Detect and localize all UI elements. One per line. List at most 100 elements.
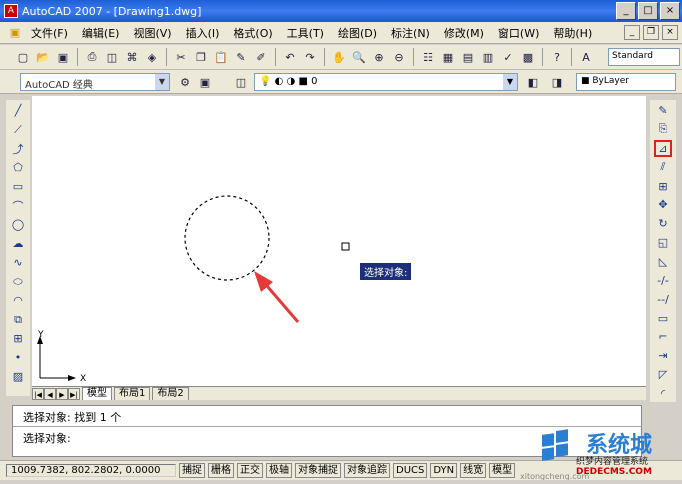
menu-dimension[interactable]: 标注(N)	[384, 25, 437, 41]
zoom-window-icon[interactable]: ⊕	[370, 48, 388, 66]
print-icon[interactable]: ⎙	[83, 48, 101, 66]
workspace-settings-icon[interactable]: ⚙	[176, 73, 194, 91]
last-tab-icon[interactable]: ▶|	[68, 388, 80, 400]
document-icon[interactable]: ▣	[6, 24, 24, 42]
close-button[interactable]: ×	[660, 2, 680, 20]
break-icon[interactable]: ⌐	[654, 328, 672, 345]
next-tab-icon[interactable]: ▶	[56, 388, 68, 400]
block-editor-icon[interactable]: ✐	[252, 48, 270, 66]
sheet-set-icon[interactable]: ▥	[479, 48, 497, 66]
menu-view[interactable]: 视图(V)	[126, 25, 178, 41]
scale-icon[interactable]: ◱	[654, 234, 672, 251]
tab-layout1[interactable]: 布局1	[114, 387, 151, 400]
3d-dwf-icon[interactable]: ◈	[143, 48, 161, 66]
layer-manager-icon[interactable]: ◫	[232, 73, 250, 91]
markup-icon[interactable]: ✓	[499, 48, 517, 66]
first-tab-icon[interactable]: |◀	[32, 388, 44, 400]
prev-tab-icon[interactable]: ◀	[44, 388, 56, 400]
array-icon[interactable]: ⊞	[654, 178, 672, 195]
mirror-icon[interactable]: ⊿	[654, 139, 672, 157]
status-osnap-button[interactable]: 对象捕捉	[295, 463, 341, 478]
chevron-down-icon[interactable]: ▼	[155, 74, 169, 90]
autocad-app-icon[interactable]: A	[4, 4, 18, 18]
construction-line-icon[interactable]: ⟋	[9, 121, 27, 138]
line-icon[interactable]: ╱	[9, 102, 27, 119]
copy-icon[interactable]: ❐	[192, 48, 210, 66]
doc-restore-button[interactable]: ❐	[643, 25, 659, 40]
maximize-button[interactable]: □	[638, 2, 658, 20]
layer-previous-icon[interactable]: ◨	[548, 73, 566, 91]
drawing-canvas[interactable]: Y X	[32, 96, 646, 386]
status-grid-button[interactable]: 栅格	[208, 463, 234, 478]
doc-minimize-button[interactable]: _	[624, 25, 640, 40]
menu-draw[interactable]: 绘图(D)	[331, 25, 384, 41]
workspace-dropdown[interactable]: AutoCAD 经典 ▼	[20, 73, 170, 91]
menu-file[interactable]: 文件(F)	[24, 25, 75, 41]
cut-icon[interactable]: ✂	[172, 48, 190, 66]
status-dyn-button[interactable]: DYN	[430, 463, 458, 478]
status-ducs-button[interactable]: DUCS	[393, 463, 428, 478]
make-layer-current-icon[interactable]: ◧	[524, 73, 542, 91]
offset-icon[interactable]: ⫽	[654, 159, 672, 176]
workspace-save-icon[interactable]: ▣	[196, 73, 214, 91]
point-icon[interactable]: •	[9, 349, 27, 366]
redo-icon[interactable]: ↷	[301, 48, 319, 66]
properties-icon[interactable]: ☷	[419, 48, 437, 66]
coordinate-readout[interactable]: 1009.7382, 802.2802, 0.0000	[6, 464, 176, 477]
publish-icon[interactable]: ⌘	[123, 48, 141, 66]
menu-help[interactable]: 帮助(H)	[546, 25, 599, 41]
spline-icon[interactable]: ∿	[9, 254, 27, 271]
menu-edit[interactable]: 编辑(E)	[75, 25, 127, 41]
text-style-icon[interactable]: A	[577, 48, 595, 66]
new-icon[interactable]: ▢	[14, 48, 32, 66]
color-control-dropdown[interactable]: ■ ByLayer	[576, 73, 676, 91]
join-icon[interactable]: ⇥	[654, 347, 672, 364]
chamfer-icon[interactable]: ◸	[654, 366, 672, 383]
arc-icon[interactable]: ⌒	[9, 197, 27, 214]
chevron-down-icon[interactable]: ▼	[503, 74, 517, 90]
extend-icon[interactable]: --/	[654, 291, 672, 308]
doc-close-button[interactable]: ×	[662, 25, 678, 40]
calculator-icon[interactable]: ▩	[519, 48, 537, 66]
stretch-icon[interactable]: ◺	[654, 253, 672, 270]
ellipse-arc-icon[interactable]: ◠	[9, 292, 27, 309]
polygon-icon[interactable]: ⬠	[9, 159, 27, 176]
tool-palettes-icon[interactable]: ▤	[459, 48, 477, 66]
break-at-point-icon[interactable]: ▭	[654, 310, 672, 327]
revision-cloud-icon[interactable]: ☁	[9, 235, 27, 252]
help-icon[interactable]: ?	[548, 48, 566, 66]
text-style-dropdown[interactable]: Standard	[608, 48, 680, 66]
minimize-button[interactable]: _	[616, 2, 636, 20]
save-icon[interactable]: ▣	[54, 48, 72, 66]
layer-dropdown[interactable]: 💡 ◐ ◑ ■ 0 ▼	[254, 73, 518, 91]
print-preview-icon[interactable]: ◫	[103, 48, 121, 66]
polyline-icon[interactable]: ⤴	[9, 140, 27, 157]
open-icon[interactable]: 📂	[34, 48, 52, 66]
tab-model[interactable]: 模型	[82, 387, 112, 400]
move-icon[interactable]: ✥	[654, 196, 672, 213]
insert-block-icon[interactable]: ⧉	[9, 311, 27, 328]
rectangle-icon[interactable]: ▭	[9, 178, 27, 195]
hatch-icon[interactable]: ▨	[9, 368, 27, 385]
status-snap-button[interactable]: 捕捉	[179, 463, 205, 478]
match-properties-icon[interactable]: ✎	[232, 48, 250, 66]
pan-icon[interactable]: ✋	[330, 48, 348, 66]
status-polar-button[interactable]: 极轴	[266, 463, 292, 478]
zoom-previous-icon[interactable]: ⊖	[390, 48, 408, 66]
menu-tools[interactable]: 工具(T)	[280, 25, 331, 41]
undo-icon[interactable]: ↶	[281, 48, 299, 66]
status-otrack-button[interactable]: 对象追踪	[344, 463, 390, 478]
paste-icon[interactable]: 📋	[212, 48, 230, 66]
tab-layout2[interactable]: 布局2	[152, 387, 189, 400]
menu-window[interactable]: 窗口(W)	[491, 25, 546, 41]
copy-object-icon[interactable]: ⎘	[654, 121, 672, 138]
status-model-button[interactable]: 模型	[489, 463, 516, 478]
make-block-icon[interactable]: ⊞	[9, 330, 27, 347]
status-ortho-button[interactable]: 正交	[237, 463, 263, 478]
ellipse-icon[interactable]: ⬭	[9, 273, 27, 290]
zoom-realtime-icon[interactable]: 🔍	[350, 48, 368, 66]
menu-insert[interactable]: 插入(I)	[179, 25, 227, 41]
trim-icon[interactable]: -/-	[654, 272, 672, 289]
selected-circle[interactable]	[184, 195, 270, 281]
menu-modify[interactable]: 修改(M)	[437, 25, 491, 41]
